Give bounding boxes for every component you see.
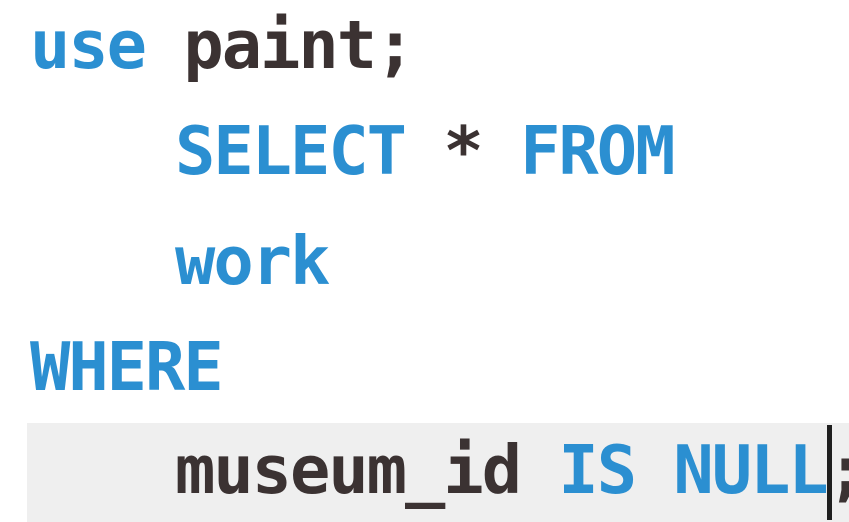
- identifier-token: paint: [183, 6, 377, 84]
- identifier-token: museum_id: [175, 431, 522, 509]
- keyword-token: FROM: [520, 112, 675, 190]
- keyword-token: IS: [558, 431, 637, 509]
- keyword-token: SELECT: [175, 112, 407, 190]
- code-line-4[interactable]: WHERE: [0, 317, 849, 417]
- keyword-token: use: [30, 6, 147, 84]
- table-token: work: [175, 222, 330, 300]
- sql-editor[interactable]: use paint; SELECT * FROM work WHERE muse…: [0, 0, 849, 522]
- keyword-token: NULL: [673, 431, 828, 509]
- code-line-2[interactable]: SELECT * FROM: [0, 101, 849, 201]
- semicolon-token: ;: [375, 6, 415, 84]
- text-cursor: [827, 425, 832, 520]
- asterisk-token: *: [443, 112, 483, 190]
- keyword-token: WHERE: [30, 328, 224, 406]
- code-line-1[interactable]: use paint;: [0, 0, 849, 95]
- code-line-3[interactable]: work: [0, 211, 849, 311]
- code-line-5[interactable]: museum_id IS NULL;: [0, 420, 849, 520]
